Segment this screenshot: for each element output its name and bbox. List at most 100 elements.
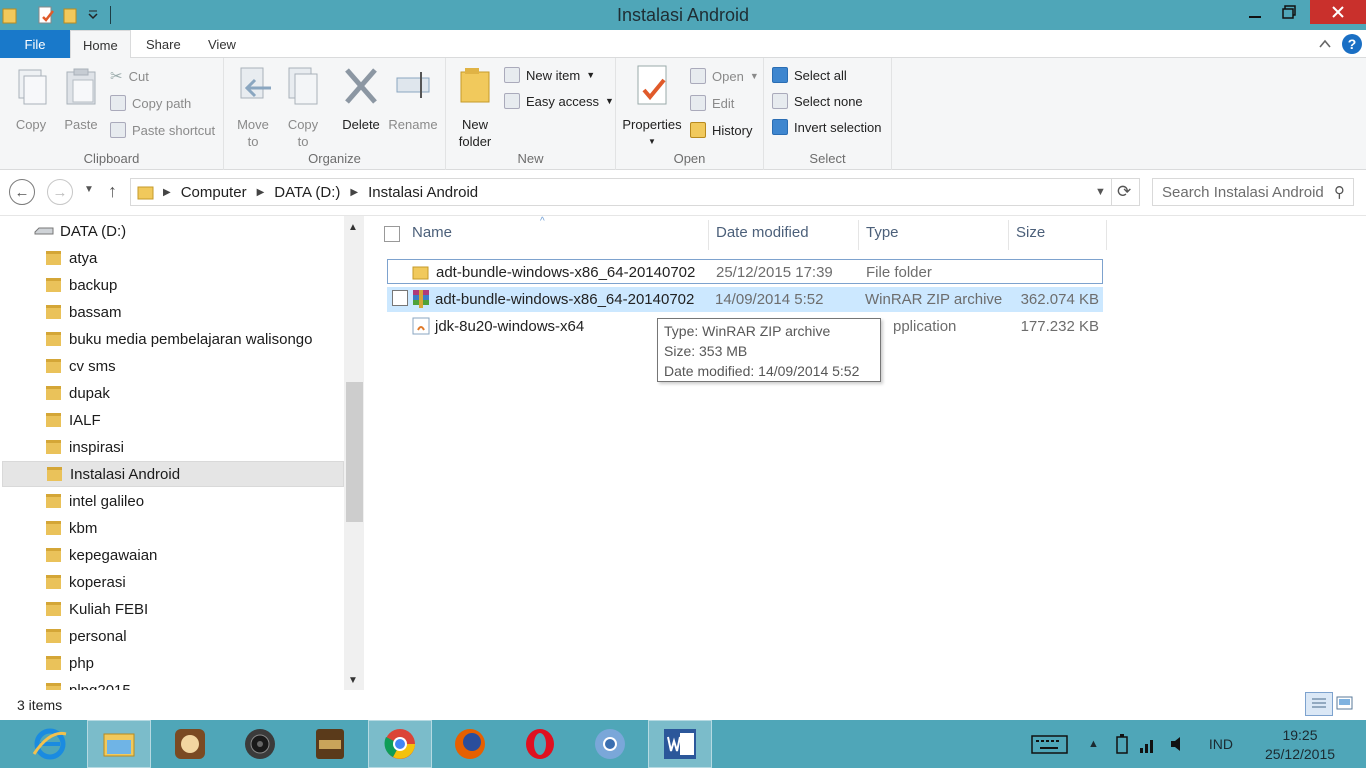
battery-icon[interactable] bbox=[1113, 733, 1131, 755]
new-item-icon bbox=[504, 67, 520, 83]
column-header-name[interactable]: Name bbox=[412, 224, 452, 246]
photo-app-button[interactable] bbox=[158, 720, 222, 768]
tree-item-folder[interactable]: Instalasi Android bbox=[2, 461, 344, 487]
internet-explorer-button[interactable] bbox=[18, 720, 82, 768]
copy-to-button[interactable]: Copy to bbox=[280, 64, 326, 150]
copy-button[interactable]: Copy bbox=[8, 64, 54, 133]
maximize-button[interactable] bbox=[1266, 0, 1312, 24]
tree-item-folder[interactable]: bassam bbox=[2, 299, 344, 325]
column-header-size[interactable]: Size bbox=[1016, 224, 1045, 246]
recent-locations-button[interactable]: ▼ bbox=[84, 184, 94, 195]
opera-icon bbox=[526, 729, 554, 759]
chevron-up-icon[interactable] bbox=[1318, 37, 1332, 51]
tree-item-folder[interactable]: php bbox=[2, 650, 344, 676]
copy-path-button[interactable]: Copy path bbox=[110, 92, 191, 114]
scroll-down-icon[interactable]: ▼ bbox=[348, 675, 358, 686]
column-header-type[interactable]: Type bbox=[866, 224, 899, 246]
tree-item-folder[interactable]: intel galileo bbox=[2, 488, 344, 514]
tree-item-folder[interactable]: kepegawaian bbox=[2, 542, 344, 568]
signal-icon[interactable] bbox=[1139, 733, 1157, 755]
new-folder-button[interactable]: New folder bbox=[452, 64, 498, 150]
clock[interactable]: 19:25 25/12/2015 bbox=[1262, 726, 1338, 764]
delete-button[interactable]: Delete bbox=[338, 64, 384, 133]
edit-label: Edit bbox=[712, 95, 735, 111]
media-player-button[interactable] bbox=[228, 720, 292, 768]
breadcrumb-computer[interactable]: Computer bbox=[181, 184, 247, 201]
tree-item-folder[interactable]: atya bbox=[2, 245, 344, 271]
file-size: 177.232 KB bbox=[1020, 318, 1099, 335]
new-item-label: New item bbox=[526, 67, 581, 83]
search-icon[interactable]: ⚲ bbox=[1334, 183, 1345, 201]
tooltip-type: Type: WinRAR ZIP archive bbox=[664, 323, 831, 339]
file-row[interactable]: adt-bundle-windows-x86_64-20140702 14/09… bbox=[387, 287, 1103, 312]
tree-item-folder[interactable]: IALF bbox=[2, 407, 344, 433]
edit-button[interactable]: Edit bbox=[690, 92, 734, 114]
chromium-button[interactable] bbox=[578, 720, 642, 768]
history-button[interactable]: History bbox=[690, 119, 752, 141]
scroll-up-icon[interactable]: ▲ bbox=[348, 222, 358, 233]
volume-icon[interactable] bbox=[1169, 733, 1187, 755]
tab-home[interactable]: Home bbox=[70, 30, 131, 59]
search-input[interactable]: Search Instalasi Android ⚲ bbox=[1152, 178, 1354, 206]
refresh-icon[interactable]: ⟳ bbox=[1117, 182, 1131, 202]
scrollbar-thumb[interactable] bbox=[346, 382, 363, 522]
address-dropdown-icon[interactable]: ▼ bbox=[1095, 186, 1106, 198]
organize-group-label: Organize bbox=[308, 151, 361, 166]
firefox-button[interactable] bbox=[438, 720, 502, 768]
system-tray: ▲ IND bbox=[1030, 720, 1233, 768]
tree-item-folder[interactable]: personal bbox=[2, 623, 344, 649]
tree-item-folder[interactable]: kbm bbox=[2, 515, 344, 541]
file-explorer-button[interactable] bbox=[87, 720, 151, 768]
help-icon[interactable]: ? bbox=[1342, 34, 1362, 54]
paste-button[interactable]: Paste bbox=[58, 64, 104, 133]
tree-item-folder[interactable]: cv sms bbox=[2, 353, 344, 379]
properties-button[interactable]: Properties ▼ bbox=[620, 64, 684, 150]
tree-item-folder[interactable]: backup bbox=[2, 272, 344, 298]
row-checkbox[interactable] bbox=[392, 290, 408, 306]
tree-item-folder[interactable]: inspirasi bbox=[2, 434, 344, 460]
tab-view[interactable]: View bbox=[196, 30, 248, 59]
organize-group: Move to Copy to Delete Rename Organize bbox=[224, 58, 446, 170]
paste-shortcut-button[interactable]: Paste shortcut bbox=[110, 119, 215, 141]
tab-share[interactable]: Share bbox=[134, 30, 193, 59]
tree-item-folder[interactable]: dupak bbox=[2, 380, 344, 406]
input-language[interactable]: IND bbox=[1209, 736, 1233, 752]
file-row[interactable]: adt-bundle-windows-x86_64-20140702 25/12… bbox=[387, 259, 1103, 284]
tree-item-folder[interactable]: buku media pembelajaran walisongo bbox=[2, 326, 344, 352]
up-button[interactable]: ↑ bbox=[108, 181, 117, 202]
large-icons-view-icon bbox=[1336, 696, 1353, 710]
column-header-date[interactable]: Date modified bbox=[716, 224, 809, 246]
tree-item-folder[interactable]: plpg2015 bbox=[2, 677, 344, 690]
tree-item-label: backup bbox=[69, 276, 118, 294]
forward-button[interactable]: → bbox=[47, 179, 73, 205]
close-button[interactable] bbox=[1310, 0, 1366, 24]
tab-file[interactable]: File bbox=[0, 30, 70, 59]
open-icon bbox=[690, 68, 706, 84]
back-button[interactable]: ← bbox=[9, 179, 35, 205]
address-bar[interactable]: ▶ Computer ▶ DATA (D:) ▶ Instalasi Andro… bbox=[130, 178, 1140, 206]
large-icons-view-button[interactable] bbox=[1336, 696, 1354, 715]
word-button[interactable] bbox=[648, 720, 712, 768]
history-icon bbox=[690, 122, 706, 138]
tree-item-folder[interactable]: koperasi bbox=[2, 569, 344, 595]
invert-selection-button[interactable]: Invert selection bbox=[772, 116, 881, 138]
chrome-button[interactable] bbox=[368, 720, 432, 768]
select-none-button[interactable]: Select none bbox=[772, 90, 863, 112]
opera-button[interactable] bbox=[508, 720, 572, 768]
move-to-button[interactable]: Move to bbox=[230, 64, 276, 150]
breadcrumb-data-drive[interactable]: DATA (D:) bbox=[274, 184, 340, 201]
tree-item-drive[interactable]: DATA (D:) bbox=[2, 218, 344, 244]
easy-access-button[interactable]: Easy access ▼ bbox=[504, 90, 614, 112]
tree-item-folder[interactable]: Kuliah FEBI bbox=[2, 596, 344, 622]
select-all-button[interactable]: Select all bbox=[772, 64, 847, 86]
show-hidden-icons-icon[interactable]: ▲ bbox=[1088, 738, 1099, 750]
select-all-checkbox[interactable] bbox=[384, 226, 400, 242]
new-item-button[interactable]: New item ▼ bbox=[504, 64, 595, 86]
cut-button[interactable]: ✂ Cut bbox=[110, 65, 149, 87]
breadcrumb-current[interactable]: Instalasi Android bbox=[368, 184, 478, 201]
touch-keyboard-icon[interactable] bbox=[1030, 733, 1070, 755]
details-view-button[interactable] bbox=[1305, 692, 1333, 716]
open-button[interactable]: Open ▼ bbox=[690, 65, 759, 87]
doc-converter-button[interactable] bbox=[298, 720, 362, 768]
rename-button[interactable]: Rename bbox=[388, 64, 438, 133]
